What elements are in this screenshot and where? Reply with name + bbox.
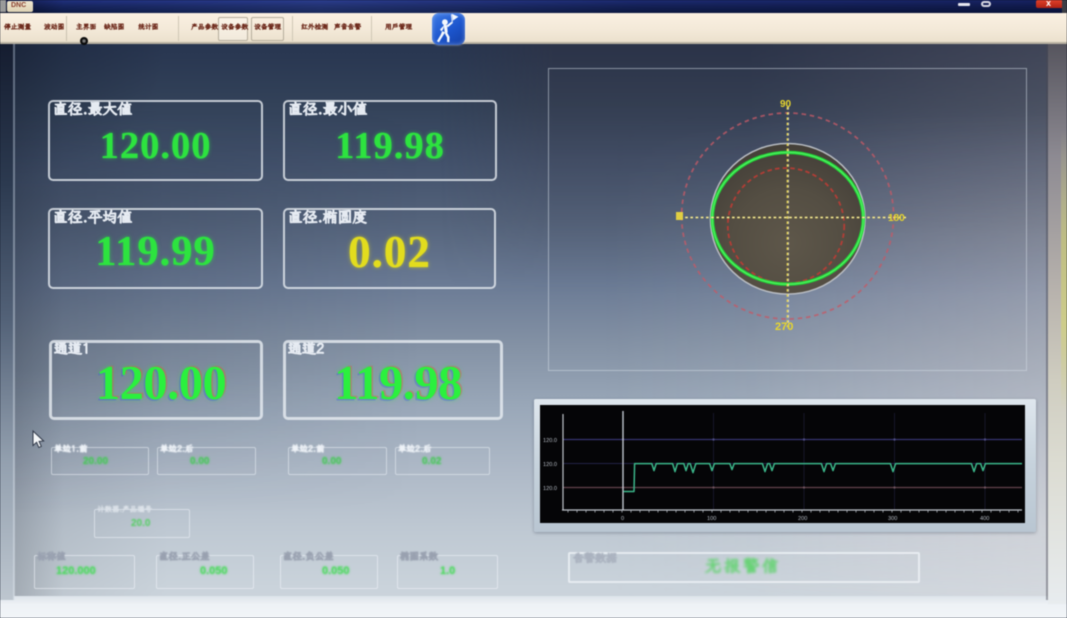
svg-text:300: 300 bbox=[888, 516, 897, 522]
svg-text:90: 90 bbox=[780, 99, 792, 110]
svg-text:120.0: 120.0 bbox=[543, 438, 557, 444]
svg-text:200: 200 bbox=[798, 516, 807, 522]
svg-text:180: 180 bbox=[888, 213, 905, 224]
svg-text:120.0: 120.0 bbox=[543, 486, 557, 492]
svg-text:100: 100 bbox=[707, 516, 716, 522]
svg-text:270: 270 bbox=[775, 321, 793, 333]
svg-text:400: 400 bbox=[980, 516, 989, 522]
svg-text:0: 0 bbox=[621, 516, 624, 522]
svg-text:120.0: 120.0 bbox=[543, 462, 557, 468]
